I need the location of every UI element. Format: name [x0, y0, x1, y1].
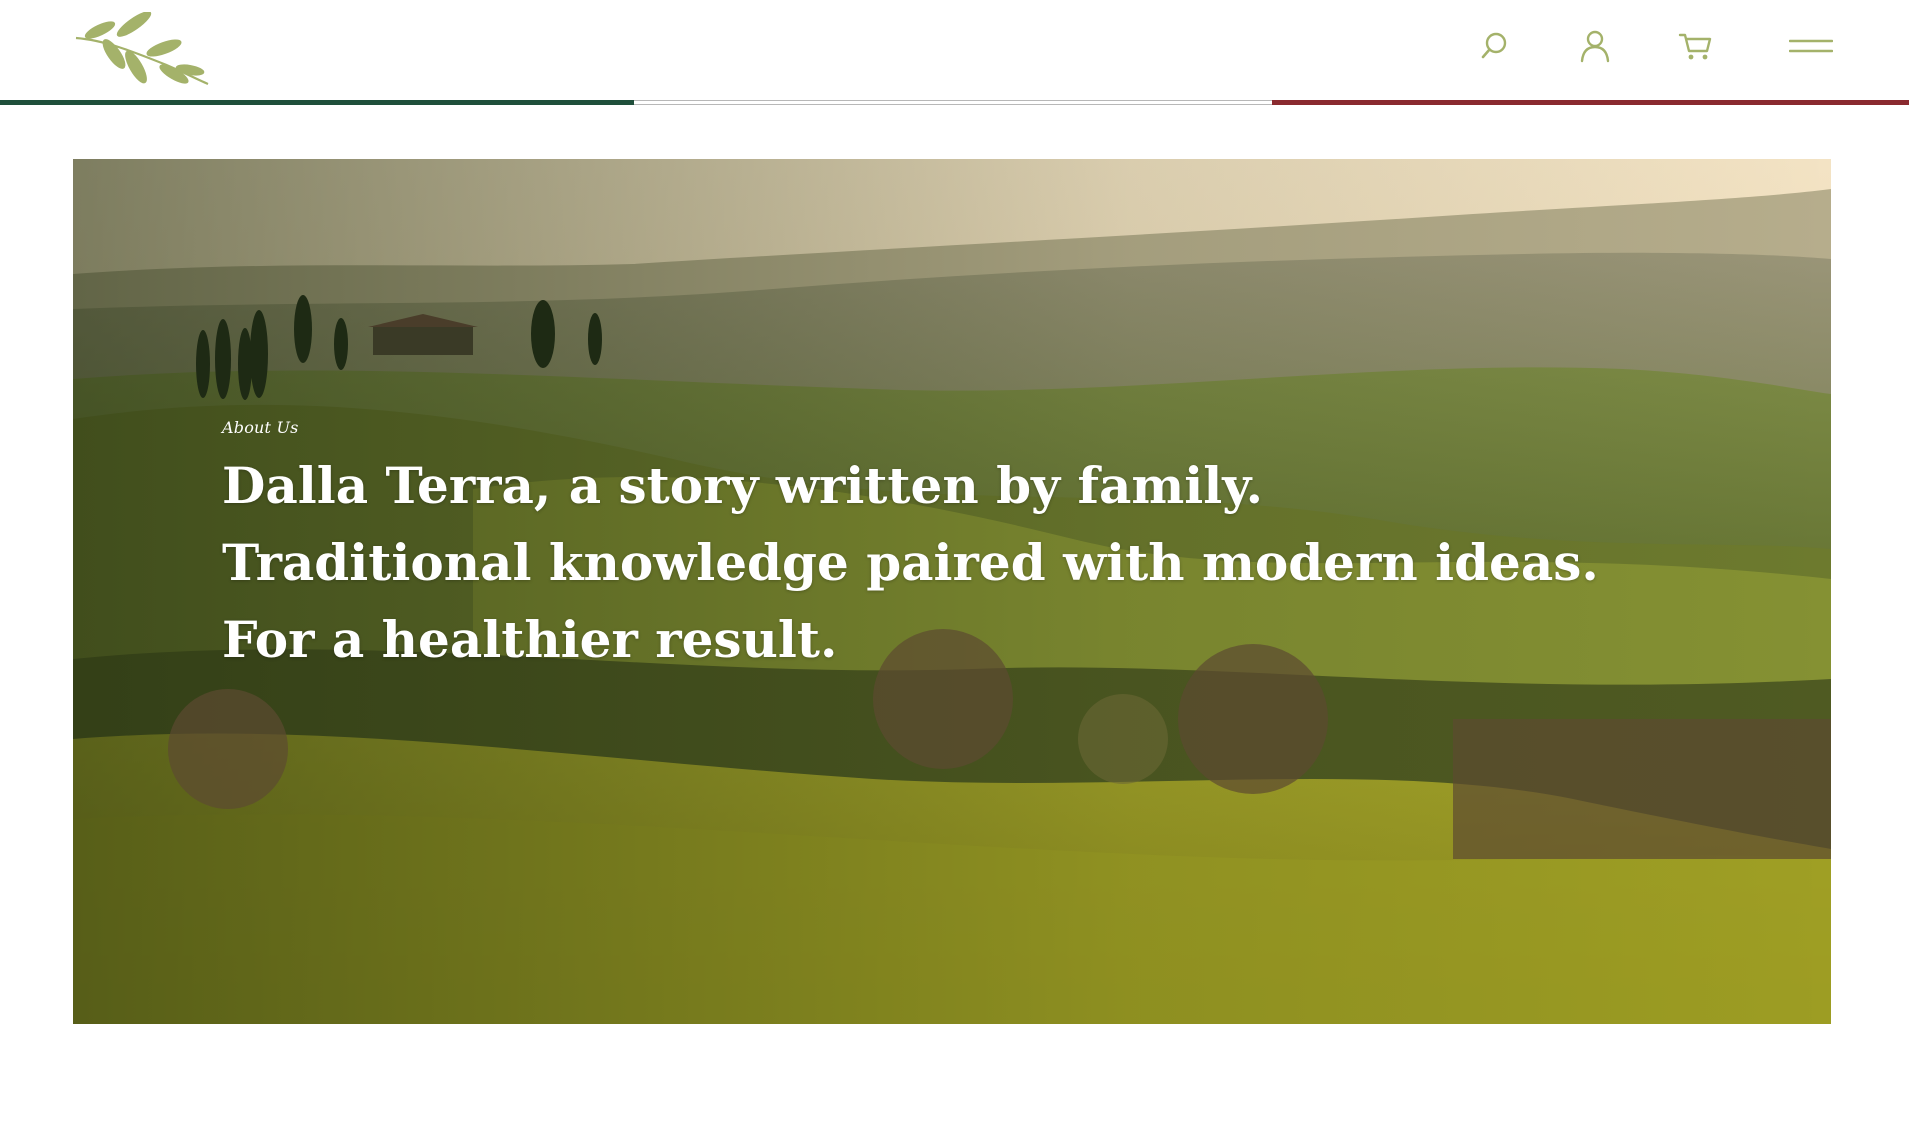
site-header — [0, 0, 1909, 102]
flag-green-stripe — [0, 100, 634, 105]
search-icon — [1481, 32, 1507, 59]
headline-line: For a healthier result. — [222, 610, 838, 669]
section-eyebrow: About Us — [222, 418, 299, 437]
hero-headline: Dalla Terra, a story written by family. … — [222, 447, 1722, 678]
headline-line: Dalla Terra, a story written by family. — [222, 456, 1264, 515]
cart-icon — [1678, 33, 1712, 60]
search-button[interactable] — [1474, 26, 1514, 66]
user-icon — [1580, 30, 1610, 63]
olive-branch-icon — [75, 11, 209, 86]
headline-line: Traditional knowledge paired with modern… — [222, 533, 1599, 592]
olive-branch-logo[interactable] — [74, 11, 210, 88]
hamburger-icon — [1789, 39, 1833, 53]
menu-button[interactable] — [1786, 26, 1836, 66]
about-hero-banner: About Us Dalla Terra, a story written by… — [73, 159, 1831, 1024]
hero-text-block: About Us Dalla Terra, a story written by… — [222, 418, 1722, 678]
cart-button[interactable] — [1676, 26, 1716, 66]
italian-flag-divider — [0, 100, 1909, 106]
flag-red-stripe — [1272, 100, 1909, 105]
flag-white-stripe — [634, 100, 1272, 105]
account-button[interactable] — [1575, 26, 1615, 66]
